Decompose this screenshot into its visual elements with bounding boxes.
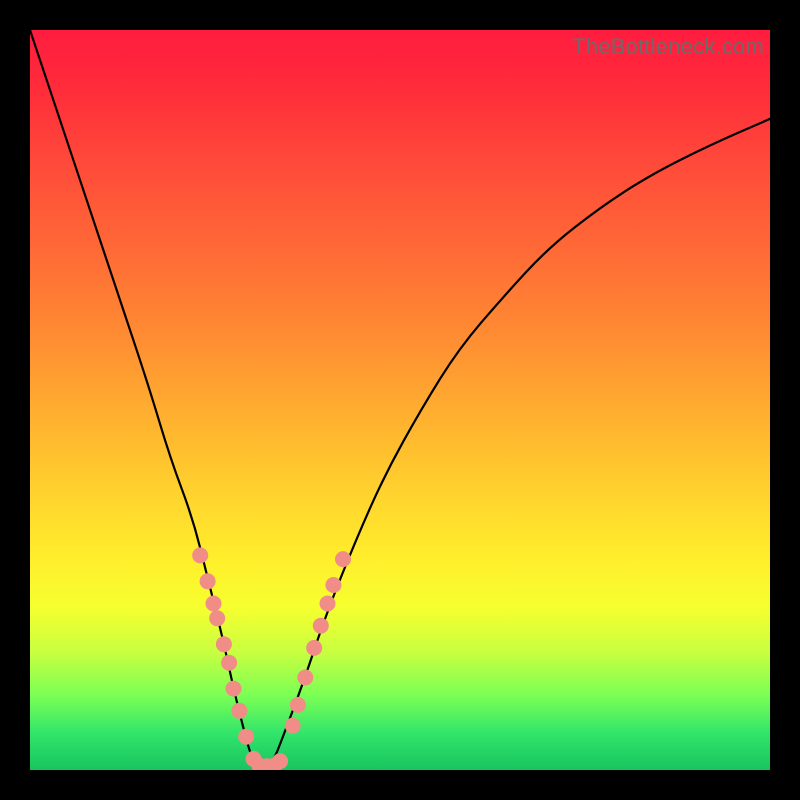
marker-dot <box>221 655 237 671</box>
marker-dot <box>297 670 313 686</box>
chart-frame: TheBottleneck.com <box>0 0 800 800</box>
bottleneck-curve <box>30 30 770 766</box>
marker-dot <box>313 618 329 634</box>
marker-dot <box>290 697 306 713</box>
plot-area: TheBottleneck.com <box>30 30 770 770</box>
curve-svg <box>30 30 770 770</box>
marker-dot <box>192 547 208 563</box>
marker-dot <box>231 703 247 719</box>
marker-dot <box>238 729 254 745</box>
marker-dot <box>306 640 322 656</box>
marker-dot <box>216 636 232 652</box>
marker-dot <box>335 551 351 567</box>
marker-dot <box>226 681 242 697</box>
marker-dot <box>206 596 222 612</box>
marker-dot <box>320 596 336 612</box>
marker-dot <box>272 753 288 769</box>
marker-dot <box>325 577 341 593</box>
marker-dot <box>209 610 225 626</box>
marker-dot <box>200 573 216 589</box>
marker-dot <box>285 718 301 734</box>
marker-group <box>192 547 351 770</box>
